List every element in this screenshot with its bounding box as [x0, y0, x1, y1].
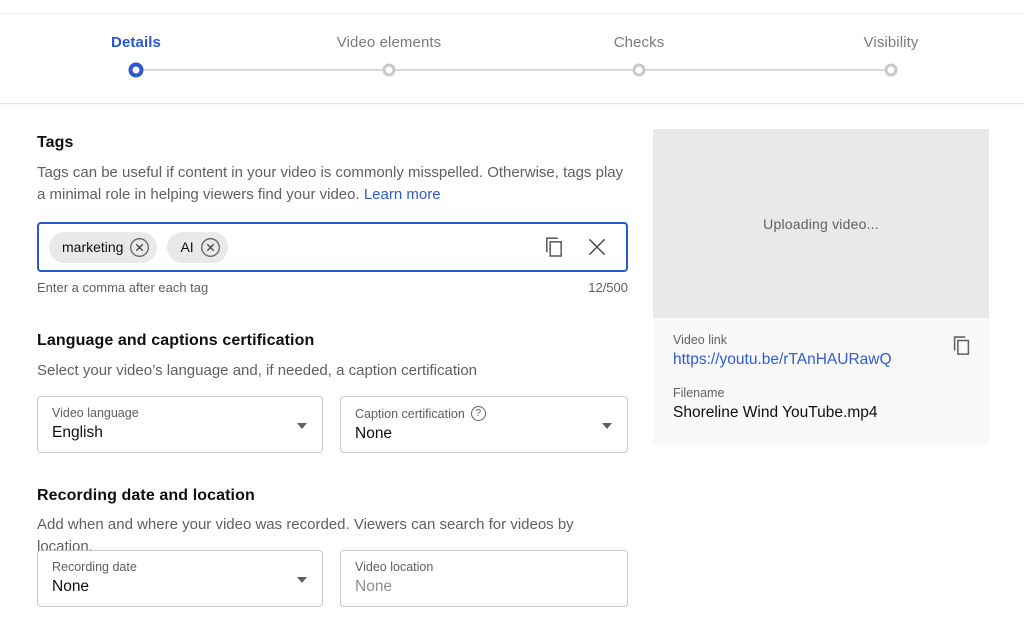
tags-helper-row: Enter a comma after each tag 12/500 — [37, 280, 628, 295]
language-description: Select your video’s language and, if nee… — [37, 360, 628, 382]
video-preview-panel: Uploading video... — [653, 129, 989, 318]
step-label: Video elements — [337, 34, 442, 51]
video-link-url[interactable]: https://youtu.be/rTAnHAURawQ — [673, 351, 969, 369]
tags-description-text: Tags can be useful if content in your vi… — [37, 164, 623, 203]
tag-chip: AI — [167, 232, 227, 263]
tags-description: Tags can be useful if content in your vi… — [37, 162, 628, 206]
upload-stepper: Details Video elements Checks Visibility — [0, 14, 1024, 104]
help-icon[interactable]: ? — [471, 406, 486, 421]
recording-date-value: None — [52, 578, 308, 596]
filename-label: Filename — [673, 386, 969, 400]
learn-more-link[interactable]: Learn more — [364, 186, 441, 203]
tag-chip: marketing — [49, 232, 157, 263]
copy-tags-icon[interactable] — [542, 235, 566, 259]
step-label: Checks — [614, 34, 665, 51]
tag-chip-label: AI — [180, 239, 193, 255]
caption-certification-label: Caption certification — [355, 407, 465, 421]
step-dot-icon — [885, 64, 898, 77]
remove-tag-icon[interactable] — [129, 237, 150, 258]
tags-heading: Tags — [37, 134, 74, 152]
language-heading: Language and captions certification — [37, 332, 314, 350]
copy-link-icon[interactable] — [950, 334, 973, 357]
recording-date-dropdown[interactable]: Recording date None — [37, 550, 323, 607]
video-language-dropdown[interactable]: Video language English — [37, 396, 323, 453]
caption-certification-value: None — [355, 425, 613, 443]
video-language-value: English — [52, 424, 308, 442]
recording-heading: Recording date and location — [37, 487, 255, 505]
video-location-field[interactable]: Video location None — [340, 550, 628, 607]
caption-certification-dropdown[interactable]: Caption certification ? None — [340, 396, 628, 453]
tags-input[interactable]: marketing AI — [37, 222, 628, 272]
step-dot-icon — [633, 64, 646, 77]
video-link-label: Video link — [673, 333, 969, 347]
tags-helper-text: Enter a comma after each tag — [37, 280, 208, 295]
remove-tag-icon[interactable] — [200, 237, 221, 258]
upload-details-dialog: Details Video elements Checks Visibility… — [0, 0, 1024, 639]
tags-char-count: 12/500 — [588, 280, 628, 295]
step-label: Visibility — [864, 34, 919, 51]
chevron-down-icon — [602, 423, 612, 429]
video-location-placeholder: None — [355, 578, 613, 596]
video-language-label: Video language — [52, 406, 308, 420]
tag-actions — [542, 234, 610, 260]
video-location-label: Video location — [355, 560, 613, 574]
chevron-down-icon — [297, 423, 307, 429]
video-info-panel: Video link https://youtu.be/rTAnHAURawQ … — [653, 318, 989, 445]
upload-status-text: Uploading video... — [763, 216, 879, 232]
filename-value: Shoreline Wind YouTube.mp4 — [673, 404, 969, 422]
clear-tags-icon[interactable] — [584, 234, 610, 260]
tag-chip-label: marketing — [62, 239, 123, 255]
recording-date-label: Recording date — [52, 560, 308, 574]
step-label: Details — [111, 34, 161, 51]
step-dot-icon — [129, 63, 144, 78]
step-dot-icon — [383, 64, 396, 77]
stepper-track — [136, 69, 891, 71]
chevron-down-icon — [297, 577, 307, 583]
